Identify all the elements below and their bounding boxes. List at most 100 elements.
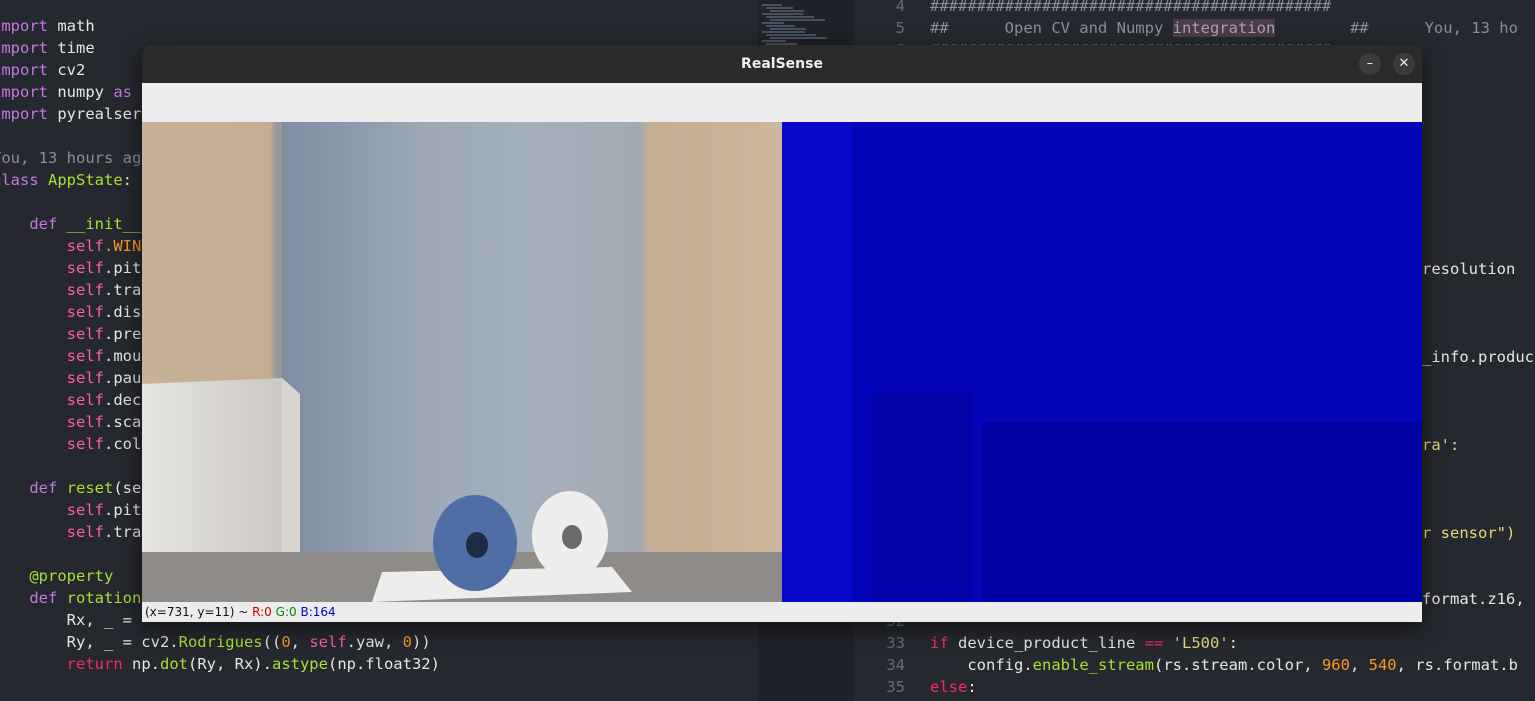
minimize-button[interactable]: – <box>1359 53 1381 75</box>
code-token: .pau <box>103 369 142 387</box>
code-token: self <box>309 633 347 651</box>
code-line: self.mou <box>0 345 142 367</box>
window-titlebar[interactable]: RealSense – ✕ <box>142 45 1422 83</box>
code-token: np. <box>122 655 160 673</box>
code-token: __init__ <box>57 215 142 233</box>
code-line: ########################################… <box>930 0 1331 17</box>
code-line: self.dec <box>0 389 142 411</box>
code-token: .tra <box>103 523 142 541</box>
code-token: .dec <box>103 391 142 409</box>
code-line: self.sca <box>0 411 142 433</box>
code-line: Ry, _ = cv2.Rodrigues((0, self.yaw, 0)) <box>0 631 431 653</box>
code-token: (Ry, Rx). <box>187 655 272 673</box>
code-token: cv2 <box>48 61 86 79</box>
code-line: @property <box>0 565 113 587</box>
code-token: (( <box>262 633 282 651</box>
code-token: return <box>66 655 123 673</box>
code-token: math <box>48 17 95 35</box>
code-line: return np.dot(Ry, Rx).astype(np.float32) <box>0 653 440 675</box>
code-token: device_product_line <box>948 634 1145 652</box>
code-line: else: <box>930 676 977 698</box>
code-line: Rx, _ = <box>0 609 141 631</box>
code-token: , rs.format.b <box>1396 656 1518 674</box>
code-token: @property <box>0 567 114 585</box>
code-token: Rx, _ = <box>0 611 142 629</box>
code-token: else <box>930 678 968 696</box>
minimap-line <box>770 37 827 39</box>
code-token: Rodrigues <box>178 633 263 651</box>
code-token: 'L500' <box>1172 634 1229 652</box>
code-line: self.tra <box>0 521 142 543</box>
code-line: self.col <box>0 433 142 455</box>
code-token: .dis <box>103 303 142 321</box>
minimap-line <box>762 31 805 33</box>
code-line: import numpy as <box>0 81 132 103</box>
code-token: import <box>0 83 48 101</box>
code-token: as <box>113 83 132 101</box>
code-line: def __init__ <box>0 213 141 235</box>
code-token: config. <box>930 656 1033 674</box>
code-token: numpy <box>48 83 114 101</box>
minimap-line <box>766 25 795 27</box>
code-token: self <box>66 391 104 409</box>
minimap-line <box>770 10 804 12</box>
code-token: : <box>1228 634 1238 652</box>
code-token: import <box>0 105 48 123</box>
code-line: ## Open CV and Numpy integration ## You,… <box>930 17 1518 39</box>
code-token: Ry, _ = cv2. <box>0 633 179 651</box>
code-token: , <box>290 633 310 651</box>
close-button[interactable]: ✕ <box>1393 53 1415 75</box>
depth-camera-frame[interactable] <box>782 122 1422 602</box>
code-line: self.pit <box>0 257 142 279</box>
code-token: .WIN <box>103 237 142 255</box>
minimap-line <box>762 13 803 15</box>
code-line: import pyrealser <box>0 103 141 125</box>
code-token: enable_stream <box>1032 656 1154 674</box>
code-token: 0 <box>281 633 291 651</box>
depth-scene <box>782 122 1422 602</box>
minimap-line <box>762 22 784 24</box>
minimap-line <box>766 16 814 18</box>
code-token: .yaw, <box>346 633 403 651</box>
code-token: pyrealser <box>48 105 142 123</box>
status-red: R:0 <box>252 605 272 619</box>
line-number: 5 <box>895 19 905 37</box>
minimap-line <box>766 34 816 36</box>
code-token: astype <box>271 655 328 673</box>
code-token: .mou <box>103 347 142 365</box>
code-token: self <box>66 523 104 541</box>
line-number: 34 <box>886 656 905 674</box>
code-token: .pre <box>103 325 142 343</box>
code-token: 0 <box>402 633 412 651</box>
code-token: AppState <box>48 171 123 189</box>
color-camera-frame[interactable] <box>142 122 782 602</box>
minimap-line <box>770 19 825 21</box>
code-token: self <box>66 325 104 343</box>
code-token: def <box>29 589 58 607</box>
code-token: ## Open CV and Numpy <box>930 19 1173 37</box>
status-bar: (x=731, y=11) ~ R:0 G:0 B:164 <box>142 602 1422 622</box>
code-token: .tra <box>103 281 142 299</box>
code-token: class <box>0 171 39 189</box>
status-coords: (x=731, y=11) ~ <box>145 605 253 619</box>
code-line: self.pre <box>0 323 142 345</box>
code-token: == <box>1144 634 1164 652</box>
code-token: ########################################… <box>930 0 1332 15</box>
code-token: .col <box>103 435 142 453</box>
code-token: import <box>0 61 48 79</box>
code-line: self.dis <box>0 301 142 323</box>
code-line: def rotation <box>0 587 141 609</box>
code-token: : <box>967 678 977 696</box>
code-token: self <box>66 347 104 365</box>
